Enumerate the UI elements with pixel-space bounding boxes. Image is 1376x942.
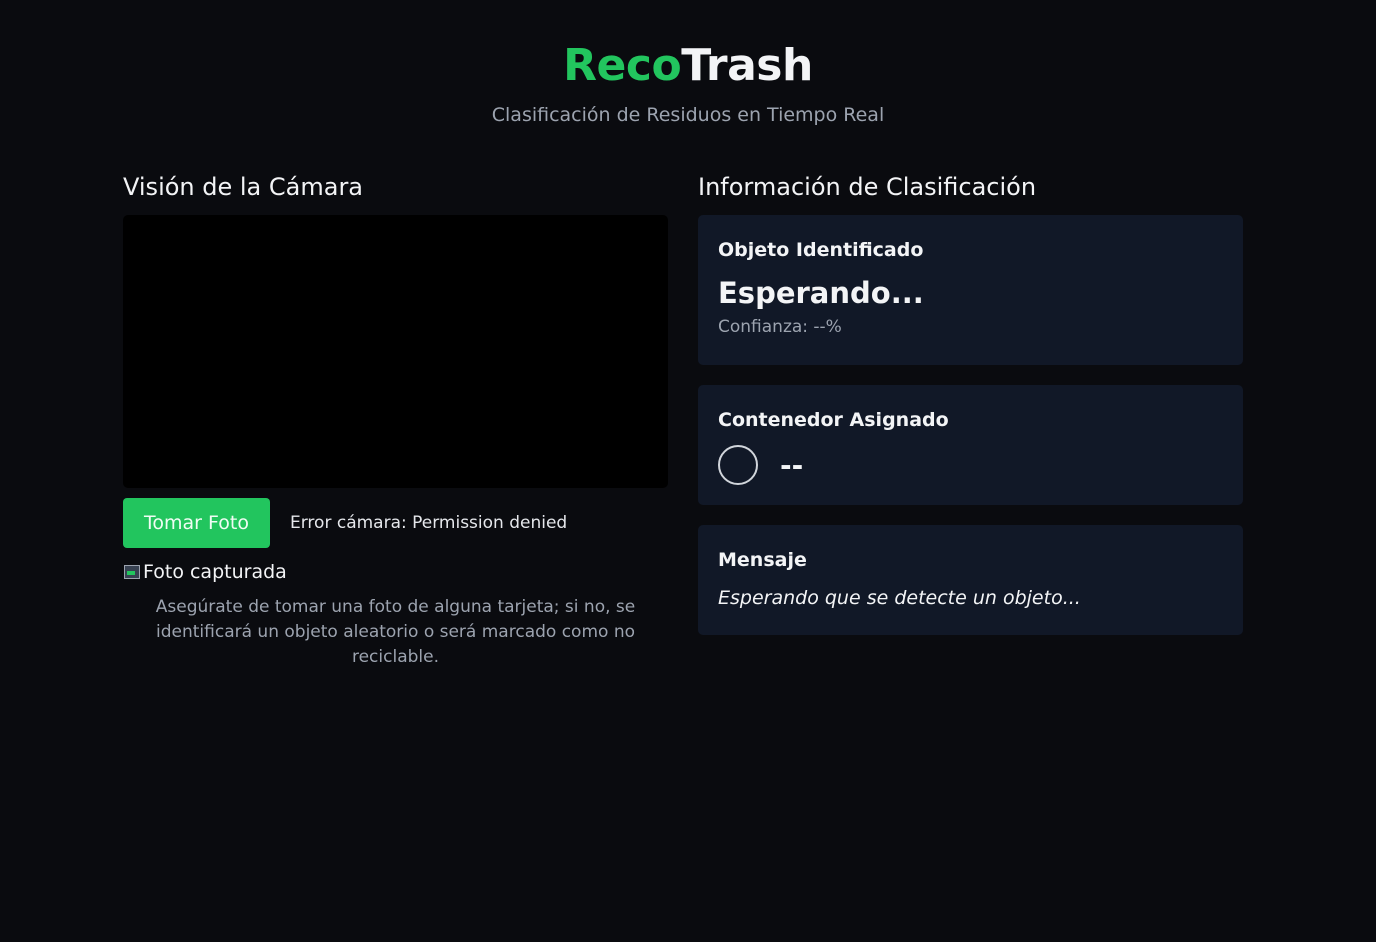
classification-section-title: Información de Clasificación (698, 173, 1037, 201)
assigned-container-label: Contenedor Asignado (718, 409, 949, 431)
camera-video-view (123, 215, 668, 488)
camera-status-text: Error cámara: Permission denied (290, 513, 568, 533)
app-subtitle: Clasificación de Residuos en Tiempo Real (491, 104, 885, 126)
app-logo: RecoTrash (0, 38, 1376, 94)
identified-object-card: Objeto Identificado Esperando... Confian… (698, 215, 1243, 365)
container-color-indicator (718, 445, 758, 485)
assigned-container-row: -- (718, 445, 1223, 485)
assigned-container-value: -- (780, 448, 804, 482)
camera-section-title: Visión de la Cámara (123, 173, 364, 201)
broken-image-icon (123, 564, 141, 580)
logo-trash: Trash (681, 40, 813, 91)
identified-object-value: Esperando... (718, 276, 924, 310)
logo-reco: Reco (563, 40, 682, 91)
message-card: Mensaje Esperando que se detecte un obje… (698, 525, 1243, 635)
camera-section: Visión de la Cámara Tomar Foto Error cám… (123, 170, 668, 687)
confidence-text: Confianza: --% (718, 317, 842, 337)
header: RecoTrash Clasificación de Residuos en T… (0, 38, 1376, 128)
message-text: Esperando que se detecte un objeto... (718, 587, 1081, 609)
camera-controls: Tomar Foto Error cámara: Permission deni… (123, 498, 668, 548)
captured-photo-alt-text: Foto capturada (143, 561, 287, 583)
take-photo-button[interactable]: Tomar Foto (123, 498, 270, 548)
message-label: Mensaje (718, 549, 807, 571)
assigned-container-card: Contenedor Asignado -- (698, 385, 1243, 505)
classification-section: Información de Clasificación Objeto Iden… (698, 170, 1243, 635)
camera-hint: Asegúrate de tomar una foto de alguna ta… (155, 597, 636, 667)
identified-object-label: Objeto Identificado (718, 239, 924, 261)
app-root: RecoTrash Clasificación de Residuos en T… (0, 0, 1376, 942)
captured-photo: Foto capturada (123, 559, 668, 585)
